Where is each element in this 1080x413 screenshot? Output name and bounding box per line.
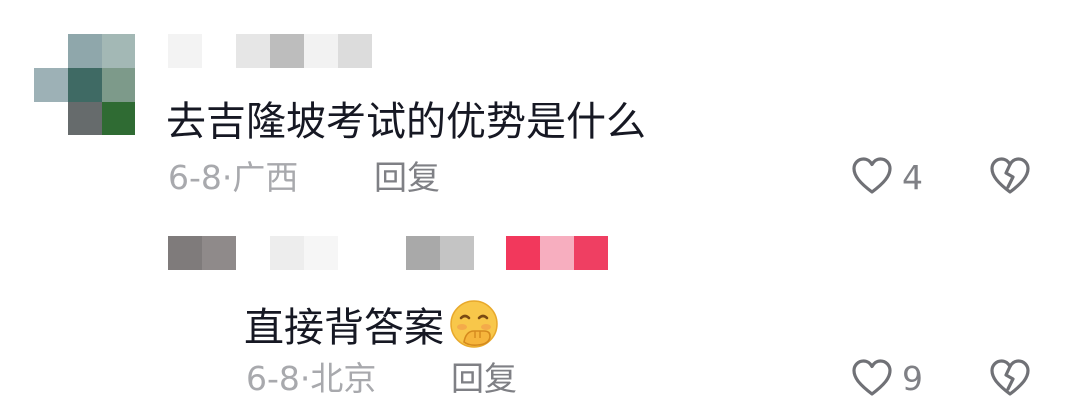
avatar[interactable] xyxy=(34,34,135,135)
comment-text: 直接背答案 xyxy=(244,298,500,360)
comment-meta: 6-8·北京 xyxy=(246,360,376,398)
reply-button[interactable]: 回复 xyxy=(451,360,517,398)
like-count: 4 xyxy=(902,158,923,197)
reply-button[interactable]: 回复 xyxy=(374,159,440,197)
comment-date: 6-8 xyxy=(246,359,300,398)
heart-outline-icon[interactable] xyxy=(851,358,893,398)
comment-location: 北京 xyxy=(310,359,377,398)
heart-outline-icon[interactable] xyxy=(851,156,893,196)
broken-heart-icon[interactable] xyxy=(989,358,1031,398)
like-count: 9 xyxy=(902,359,923,398)
username-redacted[interactable] xyxy=(168,34,408,74)
comment-text: 去吉隆坡考试的优势是什么 xyxy=(166,99,646,145)
meta-separator: · xyxy=(221,158,233,197)
face-with-hand-over-mouth-emoji xyxy=(448,298,500,360)
username-redacted[interactable] xyxy=(168,236,608,270)
comment-meta: 6-8·广西 xyxy=(168,159,298,197)
comment-date: 6-8 xyxy=(168,158,222,197)
comment-location: 广西 xyxy=(232,158,299,197)
meta-separator: · xyxy=(299,359,311,398)
comment-text-content: 直接背答案 xyxy=(244,305,444,351)
broken-heart-icon[interactable] xyxy=(989,156,1031,196)
